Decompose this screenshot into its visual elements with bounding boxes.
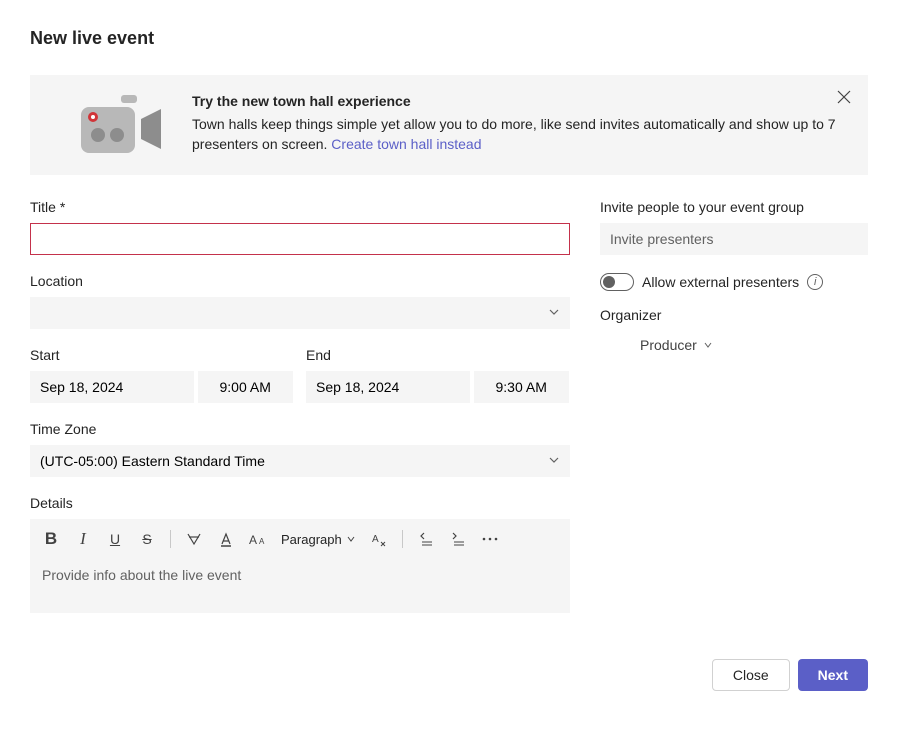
banner-description: Town halls keep things simple yet allow … (192, 115, 846, 154)
allow-external-label: Allow external presenters (642, 274, 799, 290)
start-date-input[interactable] (30, 371, 194, 403)
indent-decrease-button[interactable] (417, 530, 435, 548)
italic-button[interactable]: I (74, 530, 92, 548)
underline-button[interactable]: U (106, 530, 124, 548)
highlight-button[interactable] (185, 530, 203, 548)
svg-text:A: A (372, 534, 379, 545)
start-label: Start (30, 347, 294, 363)
end-time-input[interactable] (474, 371, 569, 403)
timezone-select[interactable] (30, 445, 570, 477)
clear-formatting-button[interactable]: A (370, 530, 388, 548)
end-label: End (306, 347, 570, 363)
info-icon[interactable]: i (807, 274, 823, 290)
start-time-input[interactable] (198, 371, 293, 403)
paragraph-select[interactable]: Paragraph (281, 532, 356, 547)
camera-icon (52, 93, 192, 155)
title-input[interactable] (30, 223, 570, 255)
details-editor[interactable]: Provide info about the live event (30, 559, 570, 613)
indent-increase-button[interactable] (449, 530, 467, 548)
svg-text:A: A (249, 533, 257, 547)
page-title: New live event (30, 28, 868, 49)
dialog-footer: Close Next (30, 659, 868, 691)
details-label: Details (30, 495, 570, 511)
timezone-label: Time Zone (30, 421, 570, 437)
allow-external-toggle[interactable] (600, 273, 634, 291)
title-label: Title * (30, 199, 570, 215)
next-button[interactable]: Next (798, 659, 868, 691)
close-button[interactable]: Close (712, 659, 790, 691)
organizer-label: Organizer (600, 307, 868, 323)
close-icon[interactable] (834, 87, 854, 107)
separator (170, 530, 171, 548)
organizer-role-select[interactable]: Producer (640, 337, 868, 353)
strikethrough-button[interactable]: S (138, 530, 156, 548)
invite-label: Invite people to your event group (600, 199, 868, 215)
bold-button[interactable]: B (42, 530, 60, 548)
banner-title: Try the new town hall experience (192, 93, 846, 109)
font-size-button[interactable]: AA (249, 530, 267, 548)
more-options-button[interactable] (481, 530, 499, 548)
details-toolbar: B I U S AA Paragraph A (30, 519, 570, 559)
location-input[interactable] (30, 297, 570, 329)
location-label: Location (30, 273, 570, 289)
create-townhall-link[interactable]: Create town hall instead (331, 136, 481, 152)
end-date-input[interactable] (306, 371, 470, 403)
separator (402, 530, 403, 548)
font-color-button[interactable] (217, 530, 235, 548)
svg-text:A: A (259, 537, 265, 546)
invite-presenters-input[interactable] (600, 223, 868, 255)
townhall-banner: Try the new town hall experience Town ha… (30, 75, 868, 175)
